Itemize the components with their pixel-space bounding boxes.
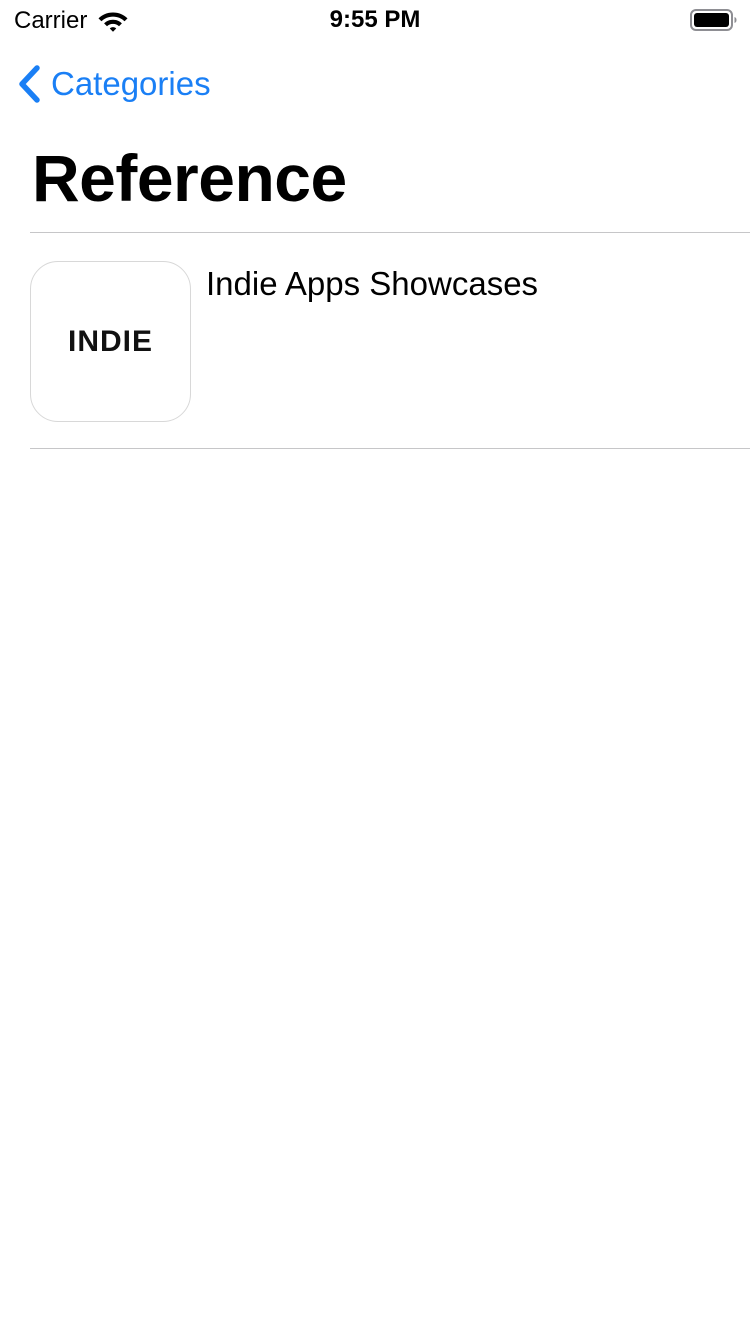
back-button-label: Categories bbox=[51, 65, 211, 102]
battery-full-icon bbox=[690, 9, 737, 31]
chevron-left-icon bbox=[19, 65, 40, 103]
screen: Carrier 9:55 PM Categories Reference IND… bbox=[0, 0, 750, 1334]
list-item-title: Indie Apps Showcases bbox=[206, 265, 539, 302]
app-icon: INDIE bbox=[30, 261, 191, 422]
status-time: 9:55 PM bbox=[329, 6, 421, 33]
back-button[interactable]: Categories bbox=[14, 58, 211, 110]
status-bar: Carrier 9:55 PM bbox=[0, 0, 750, 40]
app-icon-text: INDIE bbox=[67, 324, 153, 358]
page-title: Reference bbox=[32, 141, 347, 215]
separator-bottom bbox=[30, 448, 750, 449]
list-item[interactable]: INDIE Indie Apps Showcases bbox=[0, 233, 750, 448]
